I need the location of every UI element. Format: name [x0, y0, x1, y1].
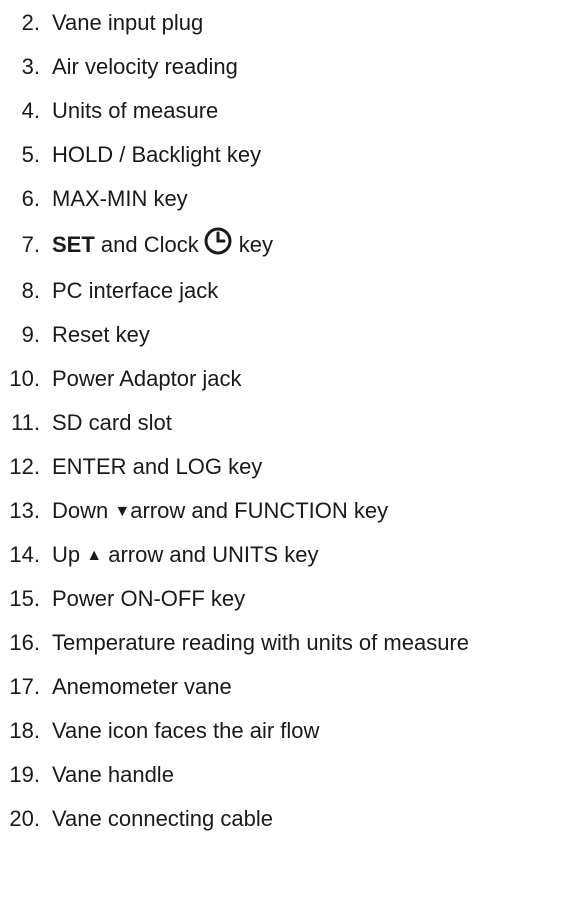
- item-label: ENTER and LOG key: [52, 454, 263, 479]
- item-number: 19.: [9, 762, 40, 787]
- down-arrow-icon: ▼: [114, 503, 131, 520]
- item-label-bold: SET: [52, 232, 95, 257]
- list-item: 7. SET and Clock key: [0, 221, 578, 269]
- item-number: 8.: [21, 278, 40, 303]
- list-item: 12. ENTER and LOG key: [0, 445, 578, 489]
- list-item: 10. Power Adaptor jack: [0, 357, 578, 401]
- list-item: 5. HOLD / Backlight key: [0, 133, 578, 177]
- clock-icon: [203, 226, 233, 256]
- item-number: 10.: [9, 366, 40, 391]
- list-item: 4. Units of measure: [0, 89, 578, 133]
- item-label: Power Adaptor jack: [52, 366, 242, 391]
- item-label: MAX-MIN key: [52, 186, 188, 211]
- item-number: 12.: [9, 454, 40, 479]
- item-number: 16.: [9, 630, 40, 655]
- item-label-end: key: [238, 232, 273, 257]
- list-item: 3. Air velocity reading: [0, 45, 578, 89]
- item-label: Vane icon faces the air flow: [52, 718, 320, 743]
- item-label: Vane handle: [52, 762, 174, 787]
- item-label: Temperature reading with units of measur…: [52, 630, 469, 655]
- parts-list: 2. Vane input plug 3. Air velocity readi…: [0, 1, 578, 841]
- item-label: PC interface jack: [52, 278, 219, 303]
- item-number: 7.: [21, 232, 40, 257]
- list-item: 14. Up ▲ arrow and UNITS key: [0, 533, 578, 577]
- item-number: 17.: [9, 674, 40, 699]
- item-label: Reset key: [52, 322, 150, 347]
- list-item: 8. PC interface jack: [0, 269, 578, 313]
- item-number: 5.: [21, 142, 40, 167]
- item-label: Vane connecting cable: [52, 806, 273, 831]
- list-item: 18. Vane icon faces the air flow: [0, 709, 578, 753]
- list-item: 11. SD card slot: [0, 401, 578, 445]
- item-label-post: arrow and UNITS key: [102, 542, 319, 567]
- item-number: 15.: [9, 586, 40, 611]
- item-number: 9.: [21, 322, 40, 347]
- item-number: 20.: [9, 806, 40, 831]
- item-number: 2.: [21, 10, 40, 35]
- list-item: 13. Down ▼arrow and FUNCTION key: [0, 489, 578, 533]
- item-label-post: arrow and FUNCTION key: [130, 498, 389, 523]
- item-label: Up ▲ arrow and UNITS key: [52, 533, 319, 578]
- item-label-pre: Down: [52, 498, 115, 523]
- item-label: Air velocity reading: [52, 54, 238, 79]
- list-item: 19. Vane handle: [0, 753, 578, 797]
- item-number: 4.: [21, 98, 40, 123]
- item-label: Anemometer vane: [52, 674, 232, 699]
- item-number: 11.: [11, 410, 40, 435]
- item-number: 18.: [9, 718, 40, 743]
- up-arrow-icon: ▲: [86, 547, 103, 564]
- item-label-mid: and Clock: [94, 232, 199, 257]
- list-item: 20. Vane connecting cable: [0, 797, 578, 841]
- item-number: 6.: [21, 186, 40, 211]
- list-item: 6. MAX-MIN key: [0, 177, 578, 221]
- item-label: SET and Clock key: [52, 221, 273, 269]
- item-label: Power ON-OFF key: [52, 586, 246, 611]
- item-label: Units of measure: [52, 98, 219, 123]
- list-item: 9. Reset key: [0, 313, 578, 357]
- item-number: 3.: [21, 54, 40, 79]
- list-item: 15. Power ON-OFF key: [0, 577, 578, 621]
- list-item: 16. Temperature reading with units of me…: [0, 621, 578, 665]
- item-number: 14.: [9, 542, 40, 567]
- list-item: 2. Vane input plug: [0, 1, 578, 45]
- item-label: SD card slot: [52, 410, 172, 435]
- item-label: Vane input plug: [52, 10, 204, 35]
- list-item: 17. Anemometer vane: [0, 665, 578, 709]
- item-label: Down ▼arrow and FUNCTION key: [52, 489, 388, 534]
- item-label-pre: Up: [52, 542, 87, 567]
- item-number: 13.: [9, 498, 40, 523]
- item-label: HOLD / Backlight key: [52, 142, 262, 167]
